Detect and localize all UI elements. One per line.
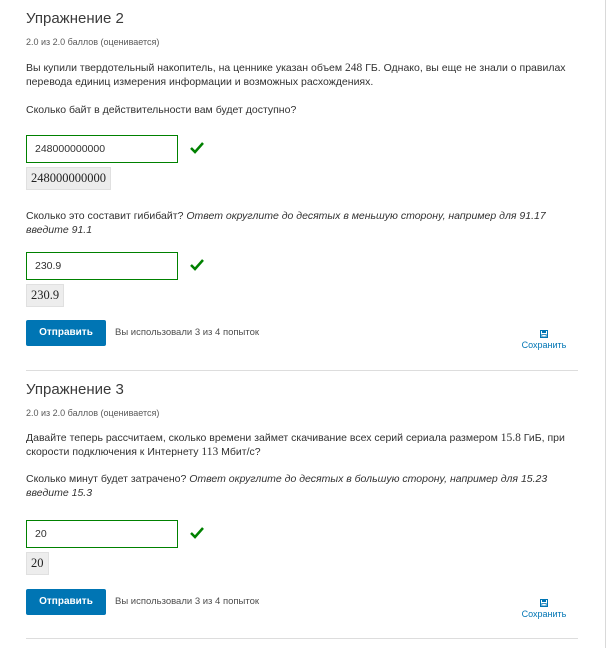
answer-input-minutes[interactable]: 20 [26, 520, 178, 548]
save-icon [540, 599, 548, 607]
exercise-2-score: 2.0 из 2.0 баллов (оценивается) [26, 37, 160, 47]
exercise-2-description: Вы купили твердотельный накопитель, на ц… [26, 61, 578, 89]
check-icon [190, 142, 204, 156]
exercise-3: Упражнение 3 2.0 из 2.0 баллов (оценивае… [26, 381, 578, 500]
exercise-3-description-part: Мбит/с? [218, 446, 261, 458]
save-button[interactable]: Сохранить [514, 330, 574, 350]
exercise-3-score: 2.0 из 2.0 баллов (оценивается) [26, 408, 160, 418]
exercise-3-title: Упражнение 3 [26, 381, 124, 398]
answer-input-bytes[interactable]: 248000000000 [26, 135, 178, 163]
exercise-2-question-1: Сколько байт в действительности вам буде… [26, 104, 297, 116]
section-divider [26, 370, 578, 371]
submit-button[interactable]: Отправить [26, 589, 106, 615]
save-label: Сохранить [521, 340, 567, 350]
save-icon [540, 330, 548, 338]
exercise-2: Упражнение 2 2.0 из 2.0 баллов (оценивае… [26, 10, 578, 117]
exercise-3-speed-number: 113 [201, 446, 219, 458]
save-label: Сохранить [521, 609, 567, 619]
attempts-counter: Вы использовали 3 из 4 попыток [115, 596, 260, 607]
answer-input-gibibytes[interactable]: 230.9 [26, 252, 178, 280]
exercise-2-description-part: Вы купили твердотельный накопитель, на ц… [26, 62, 346, 74]
exercise-2-question-2: Сколько это составит гибибайт? Ответ окр… [26, 209, 578, 237]
exercise-3-description: Давайте теперь рассчитаем, сколько време… [26, 431, 578, 459]
exercise-3-question-1-text: Сколько минут будет затрачено? [26, 473, 190, 485]
exercise-3-description-part: Давайте теперь рассчитаем, сколько време… [26, 432, 501, 444]
exercise-2-question-2-text: Сколько это составит гибибайт? [26, 210, 187, 222]
exercise-2-title: Упражнение 2 [26, 10, 124, 27]
check-icon [190, 259, 204, 273]
exercise-3-question-1: Сколько минут будет затрачено? Ответ окр… [26, 472, 578, 500]
section-divider [26, 638, 578, 639]
exercise-2-volume-number: 248 [345, 62, 363, 74]
exercise-3-size-number: 15.8 [500, 432, 521, 444]
check-icon [190, 527, 204, 541]
answer-preview-gibibytes: 230.9 [26, 284, 65, 307]
submit-button[interactable]: Отправить [26, 320, 106, 346]
save-button[interactable]: Сохранить [514, 599, 574, 619]
answer-preview-minutes: 20 [26, 552, 49, 575]
attempts-counter: Вы использовали 3 из 4 попыток [115, 327, 260, 338]
answer-preview-bytes: 248000000000 [26, 167, 111, 190]
